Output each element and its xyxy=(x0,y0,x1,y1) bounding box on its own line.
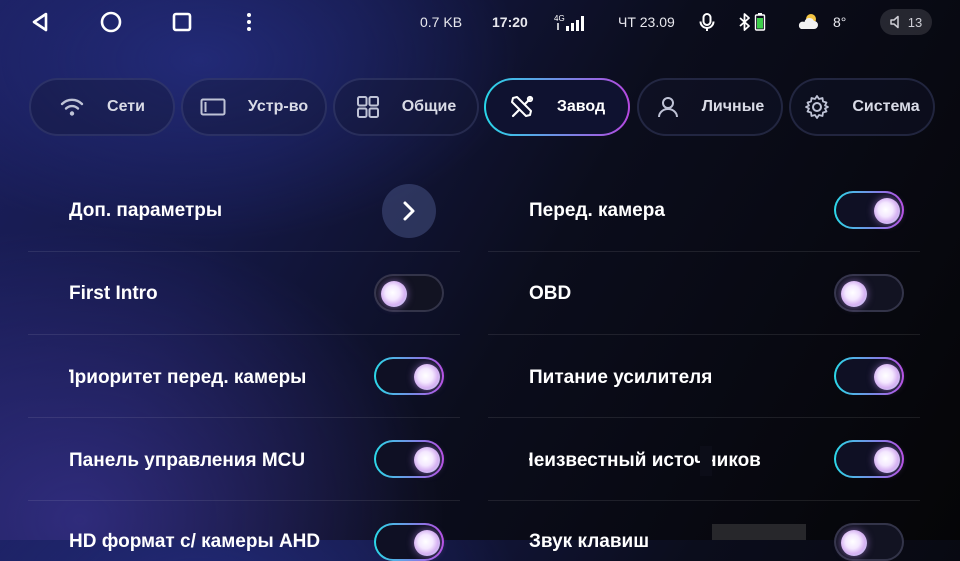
battery-icon xyxy=(754,0,766,44)
signal-icon: 4G xyxy=(554,0,590,44)
toggle-knob xyxy=(414,530,440,556)
date: ЧТ 23.09 xyxy=(618,14,675,30)
divider xyxy=(28,334,460,335)
setting-key-sound-label: Звук клавиш xyxy=(529,531,650,552)
toggle-knob xyxy=(841,530,867,556)
obd-toggle[interactable] xyxy=(834,274,904,312)
home-icon[interactable] xyxy=(99,10,123,34)
key-sound-toggle[interactable] xyxy=(834,523,904,561)
extra-params-button[interactable] xyxy=(382,184,436,238)
user-icon xyxy=(657,97,678,118)
unknown-sources-toggle[interactable] xyxy=(834,440,904,478)
recents-icon[interactable] xyxy=(170,10,194,34)
bluetooth-icon xyxy=(738,0,752,44)
setting-ahd-hd-label: HD формат с/ камеры AHD xyxy=(69,531,321,552)
ahd-hd-toggle[interactable] xyxy=(374,523,444,561)
mcu-panel-toggle[interactable] xyxy=(374,440,444,478)
toggle-knob xyxy=(874,447,900,473)
clock: 17:20 xyxy=(492,14,528,30)
setting-obd-label: OBD xyxy=(529,283,572,304)
more-vert-icon[interactable] xyxy=(237,10,261,34)
volume-icon xyxy=(890,15,899,29)
tab-general[interactable]: Общие xyxy=(333,78,479,136)
tab-factory[interactable]: Завод xyxy=(484,78,630,136)
network-type: 4G xyxy=(554,14,565,23)
tab-networks-label: Сети xyxy=(107,98,145,115)
divider xyxy=(28,417,460,418)
setting-unknown-sources-text: Неизвестный источников xyxy=(529,450,761,471)
setting-front-camera-priority-text: Приоритет перед. камеры xyxy=(69,367,307,388)
setting-unknown-sources-label: Неизвестный источников xyxy=(529,449,789,473)
divider xyxy=(488,251,920,252)
tools-icon xyxy=(510,95,533,118)
divider xyxy=(488,500,920,501)
front-camera-priority-toggle[interactable] xyxy=(374,357,444,395)
tab-system[interactable]: Система xyxy=(789,78,935,136)
setting-mcu-panel-label: Панель управления MCU xyxy=(69,450,306,471)
amp-power-toggle[interactable] xyxy=(834,357,904,395)
divider xyxy=(488,417,920,418)
tab-networks[interactable]: Сети xyxy=(29,78,175,136)
setting-first-intro-label: First Intro xyxy=(69,283,158,304)
back-icon[interactable] xyxy=(28,10,52,34)
overlay-box xyxy=(712,524,806,540)
first-intro-toggle[interactable] xyxy=(374,274,444,312)
divider xyxy=(28,251,460,252)
toggle-knob xyxy=(381,281,407,307)
toggle-knob xyxy=(841,281,867,307)
tab-device-label: Устр-во xyxy=(247,98,309,115)
chevron-right-icon xyxy=(403,201,415,221)
volume-indicator[interactable]: 13 xyxy=(880,9,932,35)
tab-device[interactable]: Устр-во xyxy=(181,78,327,136)
text-gap xyxy=(700,446,712,476)
tab-general-label: Общие xyxy=(401,98,457,115)
toggle-knob xyxy=(414,364,440,390)
tab-system-label: Система xyxy=(852,98,920,115)
tab-personal[interactable]: Личные xyxy=(637,78,783,136)
toggle-knob xyxy=(874,364,900,390)
gear-icon xyxy=(805,95,830,119)
tab-personal-label: Личные xyxy=(701,98,765,115)
setting-front-camera-label: Перед. камера xyxy=(529,200,665,221)
volume-level: 13 xyxy=(907,14,923,30)
toggle-knob xyxy=(414,447,440,473)
divider xyxy=(488,334,920,335)
setting-amp-power-label: Питание усилителя xyxy=(529,367,713,388)
front-camera-toggle[interactable] xyxy=(834,191,904,229)
weather-icon xyxy=(796,0,820,44)
status-bar: 0.7 KB 17:20 4G ЧТ 23.09 8° 13 xyxy=(0,0,960,44)
setting-front-camera-priority-label: Приоритет перед. камеры xyxy=(69,366,339,390)
setting-extra-params-label: Доп. параметры xyxy=(69,200,223,221)
divider xyxy=(28,500,460,501)
temperature: 8° xyxy=(833,14,847,30)
grid-icon xyxy=(356,96,379,118)
net-speed: 0.7 KB xyxy=(420,14,463,30)
tab-factory-label: Завод xyxy=(556,98,606,115)
wifi-icon xyxy=(60,98,84,116)
mic-icon xyxy=(697,0,717,44)
toggle-knob xyxy=(874,198,900,224)
display-icon xyxy=(200,98,226,116)
